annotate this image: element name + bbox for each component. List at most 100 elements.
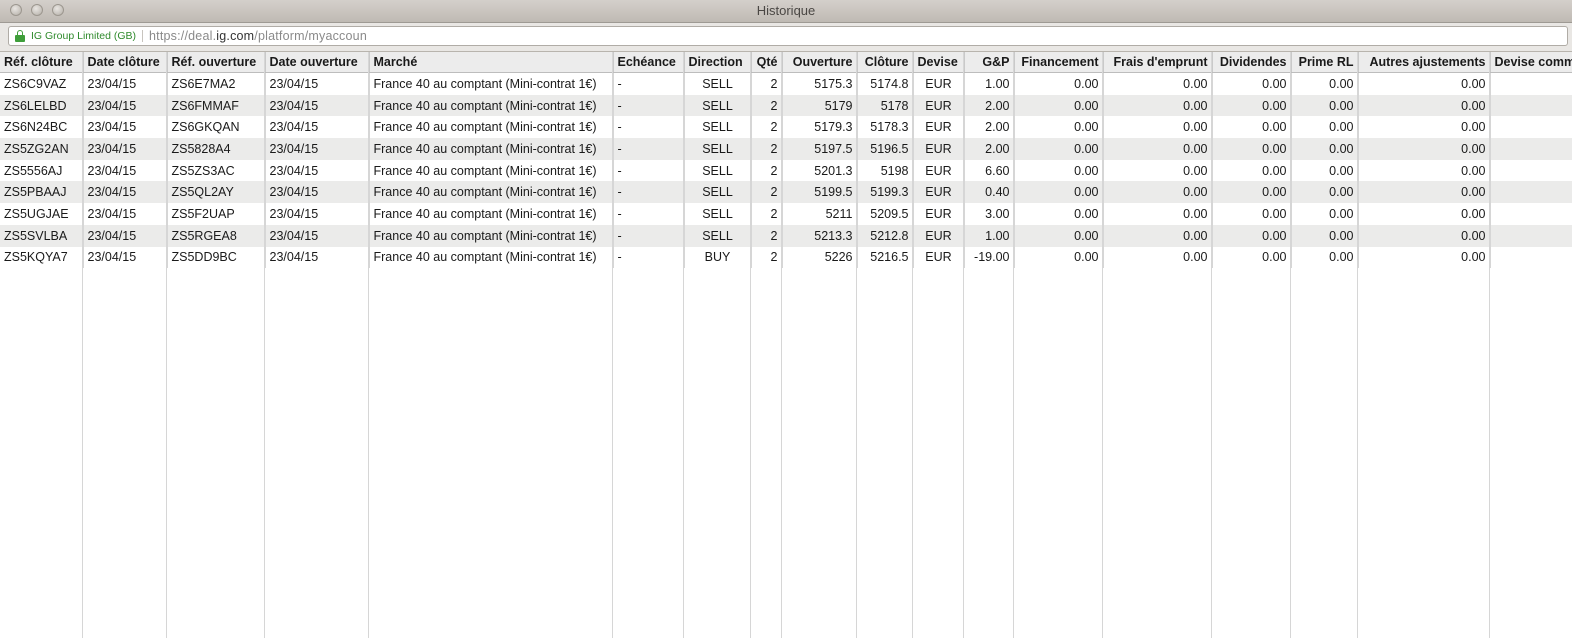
- table-row[interactable]: ZS5556AJ 23/04/15 ZS5ZS3AC 23/04/15 France 4…: [0, 159, 1572, 182]
- table-cell: [1490, 94, 1572, 117]
- lock-icon: [15, 30, 25, 42]
- table-cell: 5212.8: [857, 224, 914, 247]
- table-cell: 5179.3: [782, 116, 858, 139]
- table-cell: 1.00: [964, 224, 1015, 247]
- column-header[interactable]: Devise comm: [1490, 52, 1572, 73]
- table-row[interactable]: ZS5PBAAJ 23/04/15 ZS5QL2AY 23/04/15 France 4…: [0, 181, 1572, 204]
- table-cell: 0.00: [1014, 72, 1104, 95]
- table-cell: 2.00: [964, 116, 1015, 139]
- column-header[interactable]: Autres ajustements: [1358, 52, 1491, 73]
- history-table: Réf. clôture Date clôture Réf. ouverture Da…: [0, 52, 1572, 269]
- column-header[interactable]: Direction: [684, 52, 752, 73]
- table-cell: 0.00: [1358, 181, 1491, 204]
- table-row[interactable]: ZS5KQYA7 23/04/15 ZS5DD9BC 23/04/15 France 4…: [0, 246, 1572, 269]
- table-cell: ZS5DD9BC: [167, 246, 266, 269]
- column-header[interactable]: Echéance: [613, 52, 685, 73]
- table-row[interactable]: ZS6N24BC 23/04/15 ZS6GKQAN 23/04/15 France 4…: [0, 116, 1572, 139]
- column-header[interactable]: Ouverture: [782, 52, 858, 73]
- table-cell: 5216.5: [857, 246, 914, 269]
- table-row[interactable]: ZS5SVLBA 23/04/15 ZS5RGEA8 23/04/15 France 4…: [0, 224, 1572, 247]
- table-cell: 23/04/15: [83, 159, 168, 182]
- table-cell: 0.00: [1291, 94, 1359, 117]
- table-cell: 0.00: [1103, 181, 1213, 204]
- column-header[interactable]: Devise: [913, 52, 965, 73]
- column-header[interactable]: Marché: [369, 52, 614, 73]
- column-header[interactable]: Réf. clôture: [0, 52, 84, 73]
- table-row[interactable]: ZS6LELBD 23/04/15 ZS6FMMAF 23/04/15 France 4…: [0, 94, 1572, 117]
- table-cell: 0.00: [1212, 246, 1292, 269]
- table-cell: BUY: [684, 246, 752, 269]
- table-cell: 23/04/15: [265, 159, 370, 182]
- table-cell: 0.00: [1358, 224, 1491, 247]
- table-cell: 23/04/15: [265, 138, 370, 160]
- column-header[interactable]: Prime RL: [1291, 52, 1359, 73]
- address-bar[interactable]: IG Group Limited (GB) https://deal.ig.co…: [8, 26, 1568, 46]
- table-cell: 0.00: [1212, 116, 1292, 139]
- certificate-label[interactable]: IG Group Limited (GB): [31, 30, 144, 42]
- table-cell: 2: [751, 94, 783, 117]
- window-titlebar: Historique: [0, 0, 1572, 23]
- table-cell: 23/04/15: [265, 94, 370, 117]
- table-cell: 5178.3: [857, 116, 914, 139]
- table-cell: 0.00: [1014, 138, 1104, 160]
- table-cell: 23/04/15: [83, 246, 168, 269]
- table-row[interactable]: ZS5UGJAE 23/04/15 ZS5F2UAP 23/04/15 France 4…: [0, 203, 1572, 225]
- table-cell: 0.00: [1014, 181, 1104, 204]
- table-cell: 0.00: [1358, 203, 1491, 225]
- table-cell: 0.00: [1291, 224, 1359, 247]
- url-bar-row: IG Group Limited (GB) https://deal.ig.co…: [0, 23, 1572, 52]
- column-header[interactable]: Réf. ouverture: [167, 52, 266, 73]
- table-cell: -: [613, 159, 685, 182]
- table-cell: 5201.3: [782, 159, 858, 182]
- column-header[interactable]: Dividendes: [1212, 52, 1292, 73]
- table-cell: 0.00: [1014, 203, 1104, 225]
- column-header[interactable]: Financement: [1014, 52, 1104, 73]
- url-prefix: https://deal.: [149, 29, 217, 43]
- table-cell: ZS5RGEA8: [167, 224, 266, 247]
- table-cell: 0.00: [1291, 138, 1359, 160]
- table-cell: 0.00: [1291, 246, 1359, 269]
- column-header[interactable]: Date clôture: [83, 52, 168, 73]
- table-row[interactable]: ZS6C9VAZ 23/04/15 ZS6E7MA2 23/04/15 France 4…: [0, 72, 1572, 95]
- table-row[interactable]: ZS5ZG2AN 23/04/15 ZS5828A4 23/04/15 France 4…: [0, 138, 1572, 160]
- table-cell: 0.00: [1358, 116, 1491, 139]
- history-table-container[interactable]: Réf. clôture Date clôture Réf. ouverture Da…: [0, 52, 1572, 638]
- table-cell: -: [613, 138, 685, 160]
- table-cell: ZS6GKQAN: [167, 116, 266, 139]
- table-cell: 0.00: [1291, 159, 1359, 182]
- table-cell: SELL: [684, 72, 752, 95]
- table-cell: 23/04/15: [265, 224, 370, 247]
- table-cell: SELL: [684, 94, 752, 117]
- url-text[interactable]: https://deal.ig.com/platform/myaccoun: [149, 29, 367, 43]
- column-header[interactable]: Date ouverture: [265, 52, 370, 73]
- column-header[interactable]: G&P: [964, 52, 1015, 73]
- window-title: Historique: [756, 3, 816, 18]
- table-cell: France 40 au comptant (Mini-contrat 1€): [369, 203, 614, 225]
- table-cell: 0.00: [1014, 224, 1104, 247]
- table-cell: 5226: [782, 246, 858, 269]
- table-cell: SELL: [684, 116, 752, 139]
- table-cell: France 40 au comptant (Mini-contrat 1€): [369, 181, 614, 204]
- table-cell: SELL: [684, 138, 752, 160]
- table-cell: 0.00: [1103, 224, 1213, 247]
- table-cell: 2: [751, 181, 783, 204]
- table-cell: France 40 au comptant (Mini-contrat 1€): [369, 246, 614, 269]
- column-header[interactable]: Clôture: [857, 52, 914, 73]
- table-cell: EUR: [913, 203, 965, 225]
- table-cell: EUR: [913, 159, 965, 182]
- table-cell: ZS5QL2AY: [167, 181, 266, 204]
- table-cell: 0.00: [1103, 159, 1213, 182]
- url-path: /platform/myaccoun: [254, 29, 367, 43]
- table-cell: [1490, 224, 1572, 247]
- table-cell: 2: [751, 203, 783, 225]
- column-header[interactable]: Qté: [751, 52, 783, 73]
- table-cell: 5174.8: [857, 72, 914, 95]
- table-cell: SELL: [684, 203, 752, 225]
- table-cell: 23/04/15: [83, 94, 168, 117]
- table-cell: ZS5828A4: [167, 138, 266, 160]
- table-cell: 23/04/15: [265, 246, 370, 269]
- table-cell: 1.00: [964, 72, 1015, 95]
- table-cell: 2.00: [964, 94, 1015, 117]
- url-host: ig.com: [216, 29, 255, 43]
- column-header[interactable]: Frais d'emprunt: [1103, 52, 1213, 73]
